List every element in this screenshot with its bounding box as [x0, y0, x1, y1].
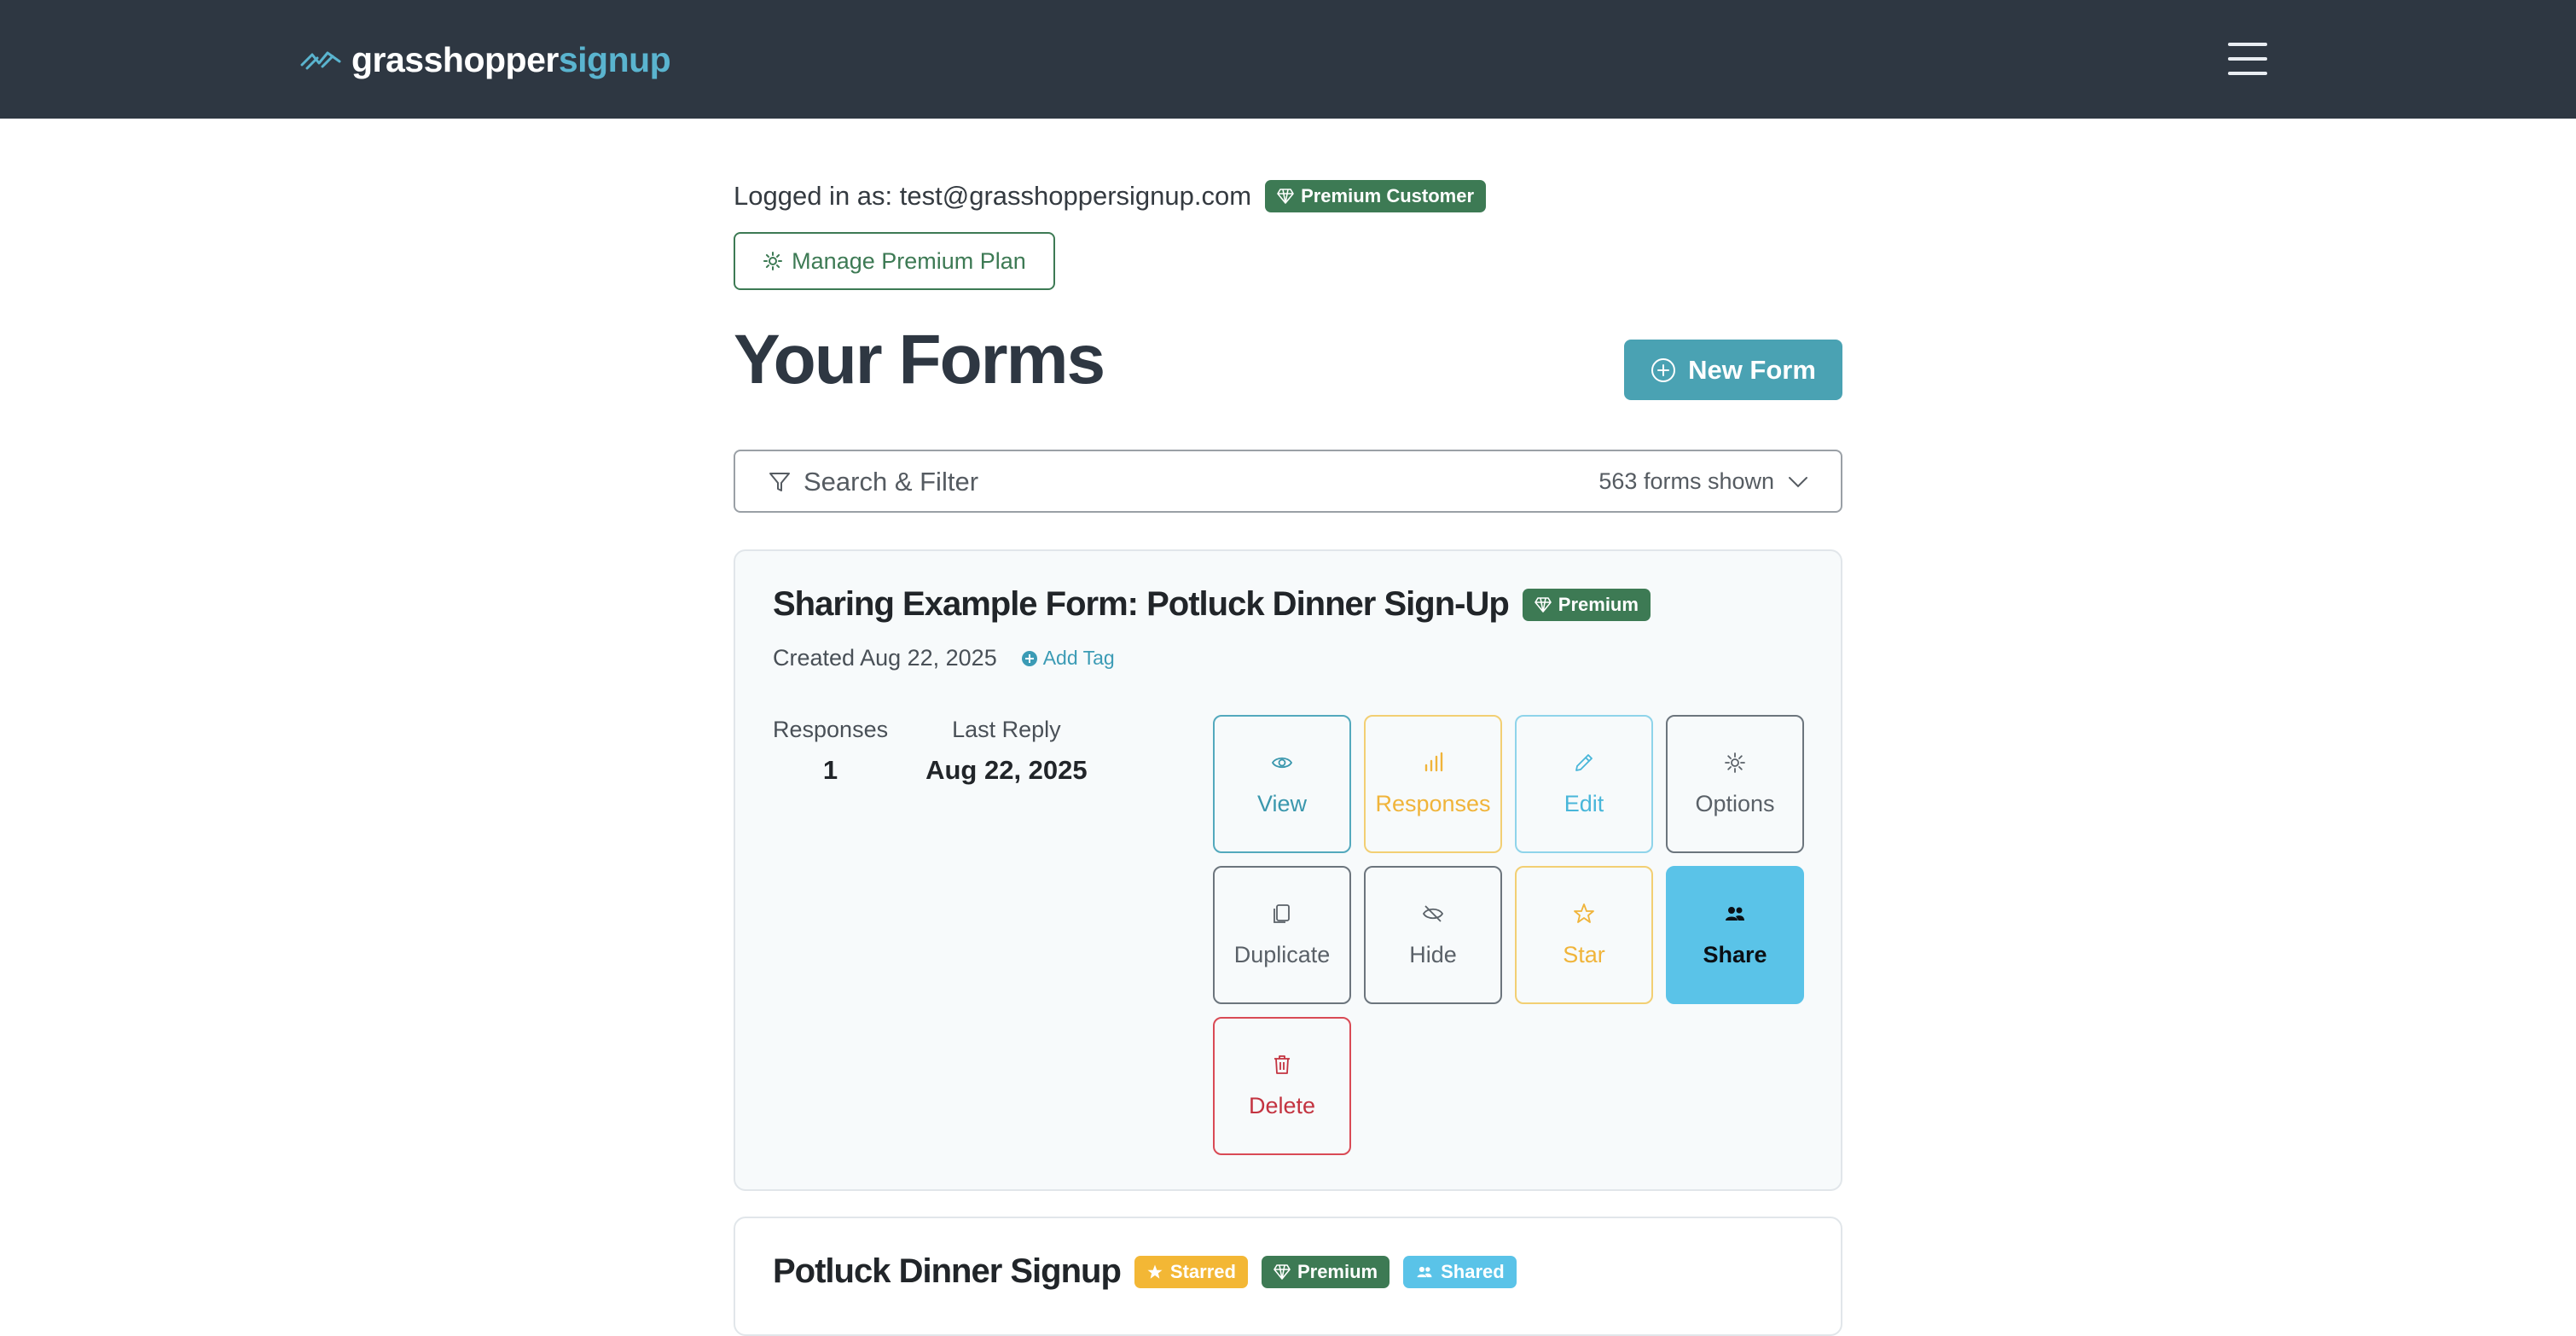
- login-status: Logged in as: test@grasshoppersignup.com…: [734, 180, 1487, 212]
- star-button[interactable]: Star: [1515, 866, 1653, 1004]
- form-meta: Created Aug 22, 2025 Add Tag: [773, 645, 1115, 671]
- shared-badge: Shared: [1403, 1255, 1517, 1288]
- hide-button[interactable]: Hide: [1364, 866, 1502, 1004]
- trash-icon: [1274, 1054, 1290, 1074]
- people-icon: [1417, 1266, 1432, 1277]
- eye-icon: [1271, 757, 1293, 768]
- form-stats: Responses 1 Last Reply Aug 22, 2025: [773, 717, 1088, 786]
- menu-hamburger-icon[interactable]: [2228, 43, 2267, 75]
- starred-badge: Starred: [1134, 1255, 1248, 1288]
- responses-stat: Responses 1: [773, 717, 889, 785]
- pencil-icon: [1575, 753, 1593, 771]
- premium-customer-badge: Premium Customer: [1265, 180, 1487, 212]
- brand-name-part2: signup: [558, 39, 671, 79]
- search-filter-label: Search & Filter: [804, 467, 979, 497]
- form-title[interactable]: Sharing Example Form: Potluck Dinner Sig…: [773, 585, 1510, 624]
- form-title-row: Sharing Example Form: Potluck Dinner Sig…: [773, 585, 1651, 624]
- page-title: Your Forms: [734, 321, 1105, 398]
- people-icon: [1726, 906, 1744, 921]
- forms-shown-count: 563 forms shown: [1598, 468, 1774, 494]
- brand-name-part1: grasshopper: [351, 39, 559, 79]
- share-button[interactable]: Share: [1666, 866, 1804, 1004]
- gem-icon: [1534, 596, 1552, 613]
- action-grid: View Responses Edit Options Duplicate Hi…: [1213, 715, 1805, 1155]
- star-icon: [1147, 1264, 1163, 1279]
- brand-logo[interactable]: grasshoppersignup: [299, 36, 671, 84]
- copy-icon: [1273, 903, 1290, 923]
- gear-icon: [763, 252, 783, 270]
- form-title[interactable]: Potluck Dinner Signup: [773, 1252, 1122, 1291]
- form-title-row: Potluck Dinner Signup Starred Premium Sh…: [773, 1252, 1517, 1291]
- last-reply-stat: Last Reply Aug 22, 2025: [925, 717, 1088, 785]
- created-date: Created Aug 22, 2025: [773, 645, 997, 671]
- gem-icon: [1273, 1263, 1291, 1280]
- premium-badge: Premium: [1261, 1255, 1390, 1288]
- gem-icon: [1277, 189, 1294, 204]
- delete-button[interactable]: Delete: [1213, 1017, 1351, 1155]
- responses-button[interactable]: Responses: [1364, 715, 1502, 853]
- chevron-down-icon: [1789, 476, 1807, 487]
- duplicate-button[interactable]: Duplicate: [1213, 866, 1351, 1004]
- add-tag-link[interactable]: Add Tag: [1021, 647, 1115, 670]
- gear-icon: [1725, 752, 1745, 773]
- form-card: Sharing Example Form: Potluck Dinner Sig…: [734, 549, 1842, 1191]
- plus-circle-icon: [1651, 357, 1676, 382]
- manage-premium-plan-button[interactable]: Manage Premium Plan: [734, 232, 1055, 290]
- filter-icon: [769, 473, 790, 491]
- view-button[interactable]: View: [1213, 715, 1351, 853]
- premium-badge: Premium: [1522, 588, 1651, 621]
- new-form-button[interactable]: New Form: [1624, 340, 1842, 400]
- top-navbar: grasshoppersignup: [0, 0, 2576, 119]
- logged-in-text: Logged in as: test@grasshoppersignup.com: [734, 181, 1252, 211]
- grasshopper-icon: [300, 51, 341, 70]
- form-card: Potluck Dinner Signup Starred Premium Sh…: [734, 1217, 1842, 1336]
- search-filter-toggle[interactable]: Search & Filter 563 forms shown: [734, 450, 1842, 513]
- options-button[interactable]: Options: [1666, 715, 1804, 853]
- bar-chart-icon: [1424, 752, 1443, 771]
- star-icon: [1574, 903, 1594, 923]
- eye-slash-icon: [1422, 904, 1444, 922]
- plus-circle-icon: [1021, 650, 1037, 666]
- edit-button[interactable]: Edit: [1515, 715, 1653, 853]
